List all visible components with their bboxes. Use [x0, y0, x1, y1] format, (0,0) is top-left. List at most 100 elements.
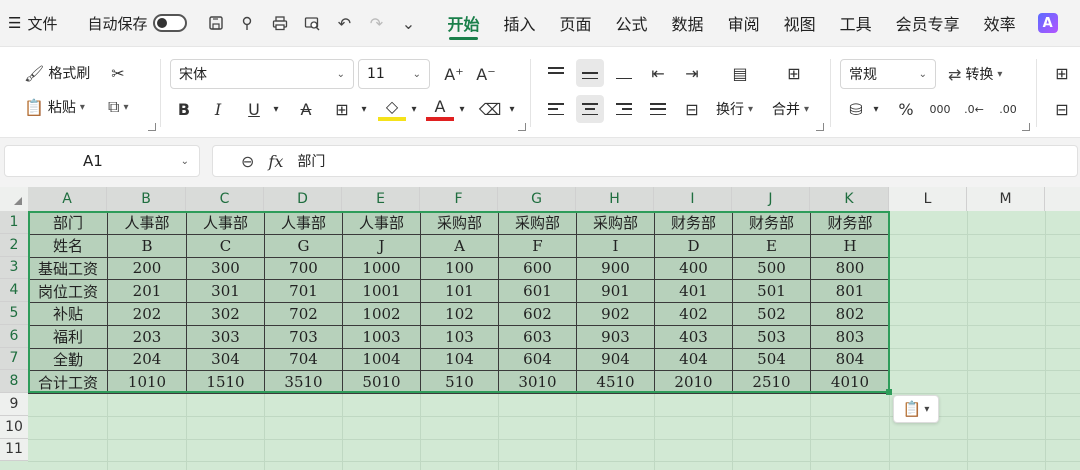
convert-button[interactable]: ⇄ 转换 ▾ — [948, 60, 1002, 88]
chevron-down-icon[interactable]: ▾ — [350, 95, 378, 123]
italic-icon[interactable]: I — [204, 95, 232, 123]
cell-e8[interactable]: 5010 — [342, 370, 421, 394]
cell-b4[interactable]: 201 — [107, 279, 187, 303]
tab-review[interactable]: 审阅 — [716, 0, 772, 46]
cell-e7[interactable]: 1004 — [342, 347, 421, 372]
decrease-indent-icon[interactable]: ⇤ — [644, 59, 672, 87]
strikethrough-icon[interactable]: A — [292, 95, 320, 123]
merge-cells-icon[interactable]: ⊞ — [778, 59, 810, 87]
clipboard-dialog-launcher[interactable] — [148, 123, 156, 131]
cell-j8[interactable]: 2510 — [732, 370, 811, 394]
tab-tools[interactable]: 工具 — [828, 0, 884, 46]
formula-input[interactable]: ⊖ fx 部门 — [212, 145, 1078, 177]
cell-b1[interactable]: 人事部 — [107, 211, 187, 235]
ai-assistant-icon[interactable]: A — [1037, 13, 1058, 33]
row-header-10[interactable]: 10 — [0, 415, 28, 439]
row-header-9[interactable]: 9 — [0, 393, 28, 416]
select-all-corner[interactable] — [0, 187, 28, 211]
cell-f3[interactable]: 100 — [420, 256, 499, 281]
cell-g2[interactable]: F — [498, 233, 577, 258]
cell-i5[interactable]: 402 — [654, 302, 733, 326]
cell-k8[interactable]: 4010 — [810, 370, 890, 394]
cell-i8[interactable]: 2010 — [654, 370, 733, 394]
cell-f4[interactable]: 101 — [420, 279, 499, 303]
cell-j3[interactable]: 500 — [732, 256, 811, 281]
align-center-icon[interactable] — [576, 95, 604, 123]
cell-h4[interactable]: 901 — [576, 279, 655, 303]
cell-d8[interactable]: 3510 — [264, 370, 343, 394]
column-header-m[interactable]: M — [967, 187, 1045, 211]
cell-k3[interactable]: 800 — [810, 256, 890, 281]
cell-i1[interactable]: 财务部 — [654, 211, 733, 235]
fill-handle[interactable] — [886, 389, 892, 395]
cell-b3[interactable]: 200 — [107, 256, 187, 281]
cell-c2[interactable]: C — [186, 233, 265, 258]
column-header-overflow[interactable] — [1045, 187, 1080, 211]
print-icon[interactable] — [265, 8, 295, 38]
cell-f8[interactable]: 510 — [420, 370, 499, 394]
cell-h8[interactable]: 4510 — [576, 370, 655, 394]
cell-g1[interactable]: 采购部 — [498, 211, 577, 235]
cell-k1[interactable]: 财务部 — [810, 211, 890, 235]
font-size-select[interactable]: 11 ⌄ — [358, 59, 430, 89]
wrap-text-icon[interactable]: ▤ — [724, 59, 756, 87]
paste-options-button[interactable]: 📋 ▾ — [893, 395, 939, 423]
increase-indent-icon[interactable]: ⇥ — [678, 59, 706, 87]
thousands-separator-icon[interactable]: 000 — [926, 95, 954, 123]
cell-i6[interactable]: 403 — [654, 324, 733, 349]
column-header-e[interactable]: E — [342, 187, 420, 211]
bold-icon[interactable]: B — [170, 95, 198, 123]
cell-c1[interactable]: 人事部 — [186, 211, 265, 235]
cell-d6[interactable]: 703 — [264, 324, 343, 349]
cell-a4[interactable]: 岗位工资 — [28, 279, 108, 303]
cut-icon[interactable]: ✂ — [104, 59, 132, 87]
cell-k5[interactable]: 802 — [810, 302, 890, 326]
print-preview-icon[interactable] — [297, 8, 327, 38]
cell-c5[interactable]: 302 — [186, 302, 265, 326]
autosave-toggle[interactable] — [153, 14, 188, 32]
cell-i7[interactable]: 404 — [654, 347, 733, 372]
cell-a6[interactable]: 福利 — [28, 324, 108, 349]
row-header-4[interactable]: 4 — [0, 279, 28, 302]
paste-button[interactable]: 📋 粘贴 ▾ — [24, 93, 85, 121]
chevron-down-icon[interactable]: ▾ — [448, 95, 476, 123]
zoom-icon[interactable]: ⊖ — [241, 152, 254, 171]
cell-b5[interactable]: 202 — [107, 302, 187, 326]
cell-j6[interactable]: 503 — [732, 324, 811, 349]
cell-i3[interactable]: 400 — [654, 256, 733, 281]
wrap-text-button[interactable]: 换行 ▾ — [716, 95, 753, 123]
decrease-decimal-icon[interactable]: .00 — [994, 95, 1022, 123]
tab-data[interactable]: 数据 — [660, 0, 716, 46]
cell-f1[interactable]: 采购部 — [420, 211, 499, 235]
cell-e3[interactable]: 1000 — [342, 256, 421, 281]
spreadsheet-grid[interactable]: A B C D E F G H I J K L M 1 2 3 4 5 6 7 8 9 10 11 部门 人事部 人事部 人事部 人事部… — [0, 187, 1080, 470]
distributed-align-icon[interactable]: ⊟ — [678, 95, 706, 123]
column-header-d[interactable]: D — [264, 187, 342, 211]
cell-f2[interactable]: A — [420, 233, 499, 258]
column-header-l[interactable]: L — [889, 187, 967, 211]
number-dialog-launcher[interactable] — [1022, 123, 1030, 131]
cell-j4[interactable]: 501 — [732, 279, 811, 303]
cell-c6[interactable]: 303 — [186, 324, 265, 349]
save-icon[interactable] — [201, 8, 231, 38]
cell-c4[interactable]: 301 — [186, 279, 265, 303]
cell-e4[interactable]: 1001 — [342, 279, 421, 303]
tab-home[interactable]: 开始 — [435, 0, 491, 46]
cell-g4[interactable]: 601 — [498, 279, 577, 303]
align-left-icon[interactable] — [542, 95, 570, 123]
row-header-8[interactable]: 8 — [0, 370, 28, 393]
chevron-down-icon[interactable]: ▾ — [498, 95, 526, 123]
merge-button[interactable]: 合并 ▾ — [772, 95, 809, 123]
tab-member[interactable]: 会员专享 — [884, 0, 972, 46]
cell-h2[interactable]: I — [576, 233, 655, 258]
cell-d3[interactable]: 700 — [264, 256, 343, 281]
cell-j1[interactable]: 财务部 — [732, 211, 811, 235]
chevron-down-icon[interactable]: ▾ — [262, 95, 290, 123]
cell-a3[interactable]: 基础工资 — [28, 256, 108, 281]
column-header-i[interactable]: I — [654, 187, 732, 211]
column-header-c[interactable]: C — [186, 187, 264, 211]
cell-b6[interactable]: 203 — [107, 324, 187, 349]
cell-e1[interactable]: 人事部 — [342, 211, 421, 235]
increase-font-icon[interactable]: A⁺ — [440, 60, 468, 88]
file-menu[interactable]: ☰ 文件 — [8, 0, 57, 46]
